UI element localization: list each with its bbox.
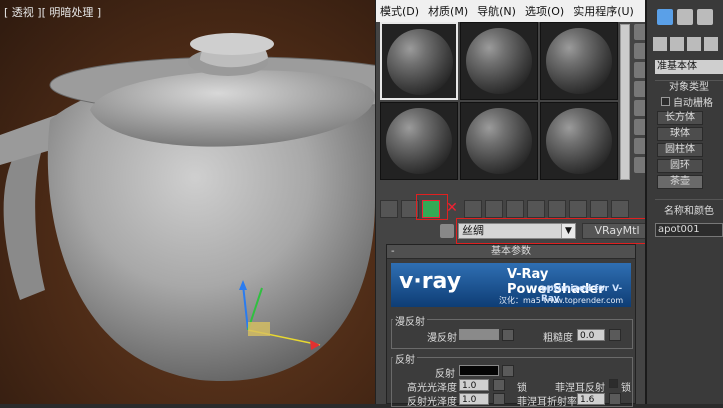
- box-button[interactable]: 长方体: [657, 111, 703, 125]
- sample-sphere: [386, 108, 452, 174]
- sample-sphere: [387, 29, 453, 95]
- menu-material[interactable]: 材质(M): [428, 3, 468, 19]
- go-parent-icon[interactable]: [590, 200, 608, 218]
- menu-utilities[interactable]: 实用程序(U): [573, 3, 634, 19]
- menu-bar: 模式(D) 材质(M) 导航(N) 选项(O) 实用程序(U): [376, 0, 645, 22]
- lock-label-2: 锁: [621, 383, 631, 394]
- highlight-assign-box: [416, 194, 448, 220]
- roughness-label: 粗糙度: [543, 333, 573, 344]
- material-slot[interactable]: [460, 22, 538, 100]
- teapot-button[interactable]: 茶壶: [657, 175, 703, 189]
- material-params-panel: - 基本参数 v·ray V-Ray PowerShader optimized…: [386, 244, 636, 408]
- reflect-map-button[interactable]: [502, 365, 514, 377]
- rollout-object-type[interactable]: 对象类型: [655, 80, 723, 94]
- get-material-icon[interactable]: [380, 200, 398, 218]
- put-to-library-icon[interactable]: [506, 200, 524, 218]
- perspective-viewport[interactable]: [ 透视 ][ 明暗处理 ]: [0, 0, 375, 404]
- material-editor: 模式(D) 材质(M) 导航(N) 选项(O) 实用程序(U) ✕ 丝绸 ▼ V…: [375, 0, 652, 408]
- autogrid-check[interactable]: 自动栅格: [661, 94, 723, 109]
- reflect-label: 反射: [435, 369, 455, 380]
- object-name-field[interactable]: apot001: [655, 223, 723, 237]
- roughness-spinner[interactable]: 0.0: [577, 329, 605, 341]
- diffuse-color-swatch[interactable]: [459, 329, 499, 340]
- reflect-color-swatch[interactable]: [459, 365, 499, 376]
- torus-button[interactable]: 圆环: [657, 159, 703, 173]
- menu-modes[interactable]: 模式(D): [380, 3, 419, 19]
- fresnel-ior-label: 菲涅耳折射率: [517, 397, 577, 408]
- lock-label: 锁: [517, 383, 527, 394]
- create-tab-icon[interactable]: [657, 9, 673, 25]
- teapot-render: [0, 33, 375, 382]
- diffuse-label: 漫反射: [427, 333, 457, 344]
- sample-sphere: [466, 108, 532, 174]
- material-id-icon[interactable]: [527, 200, 545, 218]
- diffuse-map-button[interactable]: [502, 329, 514, 341]
- sample-sphere: [546, 108, 612, 174]
- sample-sphere: [466, 28, 532, 94]
- collapse-icon: -: [391, 246, 395, 257]
- refl-gloss-map-button[interactable]: [493, 393, 505, 405]
- copy-material-icon[interactable]: [464, 200, 482, 218]
- fresnel-ior-spinner[interactable]: 1.6: [577, 393, 605, 405]
- make-unique-icon[interactable]: [485, 200, 503, 218]
- geometry-icon[interactable]: [653, 37, 667, 51]
- hilight-gloss-map-button[interactable]: [493, 379, 505, 391]
- command-tabs: [647, 0, 723, 34]
- rollout-title: 基本参数: [491, 246, 531, 257]
- refl-gloss-spinner[interactable]: 1.0: [459, 393, 489, 405]
- slots-scrollbar[interactable]: [620, 24, 630, 180]
- menu-options[interactable]: 选项(O): [525, 3, 564, 19]
- hilight-gloss-spinner[interactable]: 1.0: [459, 379, 489, 391]
- hierarchy-tab-icon[interactable]: [697, 9, 713, 25]
- cameras-icon[interactable]: [704, 37, 718, 51]
- category-icons: [647, 34, 723, 54]
- viewport-label[interactable]: [ 透视 ][ 明暗处理 ]: [4, 4, 101, 20]
- reflect-group-label: 反射: [393, 351, 417, 366]
- menu-navigation[interactable]: 导航(N): [477, 3, 516, 19]
- material-slot[interactable]: [380, 22, 458, 100]
- fresnel-label: 菲涅耳反射: [555, 383, 605, 394]
- autogrid-checkbox[interactable]: [661, 97, 670, 106]
- roughness-map-button[interactable]: [609, 329, 621, 341]
- vray-credit: 汉化：ma5 www.toprender.com: [499, 296, 624, 305]
- show-map-icon[interactable]: [548, 200, 566, 218]
- primitive-dropdown[interactable]: 准基本体: [655, 60, 723, 74]
- autogrid-label: 自动栅格: [673, 98, 713, 109]
- highlight-name-box: [456, 218, 649, 244]
- cylinder-button[interactable]: 圆柱体: [657, 143, 703, 157]
- show-end-result-icon[interactable]: [569, 200, 587, 218]
- fresnel-ior-map-button[interactable]: [609, 393, 621, 405]
- vray-banner: v·ray V-Ray PowerShader optimized for V-…: [391, 263, 631, 307]
- material-slot[interactable]: [460, 102, 538, 180]
- lights-icon[interactable]: [687, 37, 701, 51]
- material-slot[interactable]: [380, 102, 458, 180]
- go-sibling-icon[interactable]: [611, 200, 629, 218]
- vray-logo: v·ray: [399, 269, 462, 294]
- material-slot[interactable]: [540, 102, 618, 180]
- modify-tab-icon[interactable]: [677, 9, 693, 25]
- rollout-name-color[interactable]: 名称和颜色: [655, 199, 723, 217]
- eyedropper-icon[interactable]: [440, 224, 454, 238]
- sample-sphere: [546, 28, 612, 94]
- hilight-gloss-label: 高光光泽度: [407, 383, 457, 394]
- refl-gloss-label: 反射光泽度: [407, 397, 457, 408]
- command-panel: 准基本体 对象类型 自动栅格 长方体 球体 圆柱体 圆环 茶壶 名称和颜色 ap…: [645, 0, 723, 404]
- diffuse-group-label: 漫反射: [393, 313, 427, 328]
- fresnel-checkbox[interactable]: [609, 379, 618, 388]
- material-slot[interactable]: [540, 22, 618, 100]
- sphere-button[interactable]: 球体: [657, 127, 703, 141]
- material-slots: [380, 22, 618, 180]
- rollout-basic-params[interactable]: - 基本参数: [387, 245, 635, 259]
- shapes-icon[interactable]: [670, 37, 684, 51]
